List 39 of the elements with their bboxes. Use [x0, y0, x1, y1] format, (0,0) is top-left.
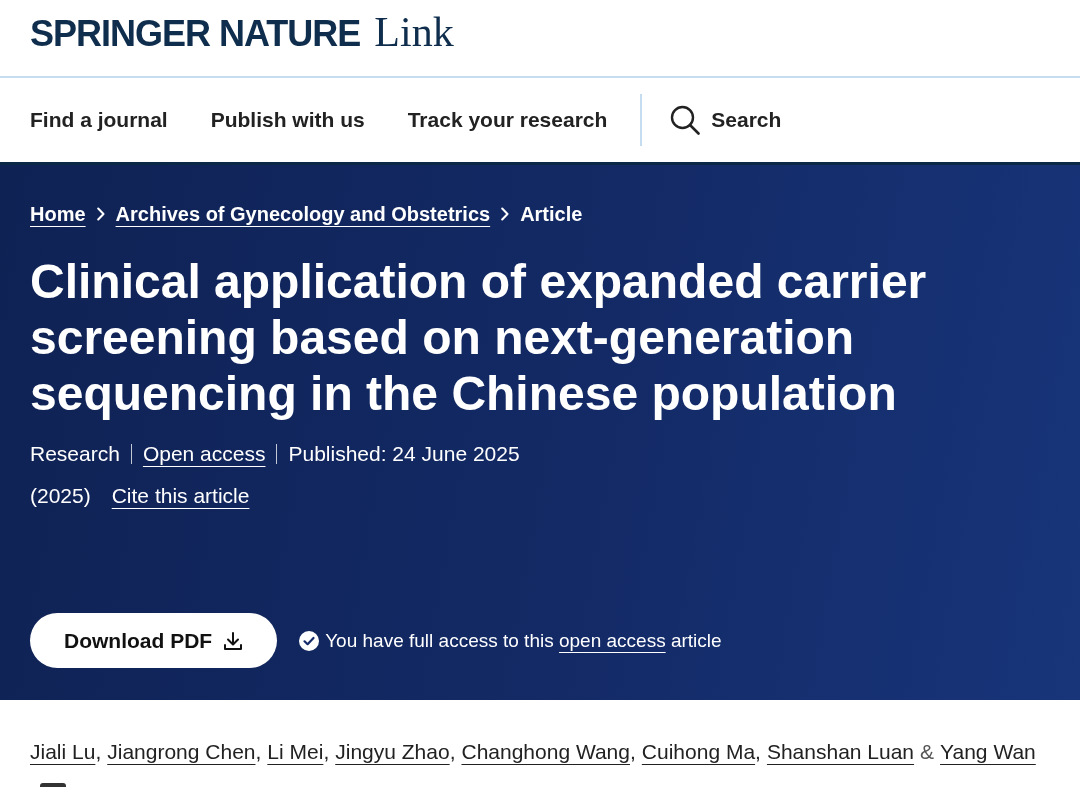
download-pdf-button[interactable]: Download PDF: [30, 613, 278, 668]
nav-link[interactable]: Publish with us: [210, 108, 365, 132]
download-icon: [223, 630, 244, 651]
author-separator: &: [920, 740, 935, 764]
search-button[interactable]: Search: [670, 105, 782, 135]
meta-link[interactable]: Open access: [130, 444, 266, 464]
author-link[interactable]: Jiangrong Chen: [107, 740, 256, 764]
author-link[interactable]: Shanshan Luan: [766, 740, 915, 764]
author-link[interactable]: Changhong Wang: [461, 740, 630, 764]
nav-link[interactable]: Track your research: [407, 108, 608, 132]
author-link[interactable]: Jingyu Zhao: [335, 740, 450, 764]
author-link[interactable]: Cuihong Ma: [641, 740, 756, 764]
breadcrumb-link[interactable]: Home: [30, 202, 86, 226]
author-separator: ,: [323, 740, 330, 764]
author-link[interactable]: Jiali Lu: [30, 740, 96, 764]
author-separator: ,: [630, 740, 636, 764]
open-access-link[interactable]: open access: [558, 629, 666, 651]
clipped-icon: [40, 783, 66, 787]
brand-logo[interactable]: SPRINGER NATURE: [30, 13, 361, 55]
citation-text: (2025): [30, 484, 91, 508]
author-link[interactable]: Yang Wan: [940, 740, 1036, 764]
author-separator: ,: [755, 740, 761, 764]
author-separator: ,: [449, 740, 456, 764]
check-circle-icon: [299, 630, 320, 651]
author-separator: ,: [95, 740, 102, 764]
search-icon: [670, 105, 701, 135]
meta-text: Published: 24 June 2025: [276, 444, 520, 464]
article-title: Clinical application of expanded carrier screening based on next-generation sequencing in the Chinese population: [30, 254, 928, 422]
author-separator: ,: [255, 740, 262, 764]
breadcrumb-current: Article: [520, 202, 583, 226]
nav-link[interactable]: Find a journal: [30, 108, 168, 132]
chevron-icon: [501, 207, 510, 221]
breadcrumb-link[interactable]: Archives of Gynecology and Obstetrics: [115, 202, 491, 226]
access-note: You have full access to this open access article: [325, 629, 722, 652]
product-logo[interactable]: Link: [374, 11, 454, 53]
citation-link[interactable]: Cite this article: [111, 484, 250, 508]
author-link[interactable]: Li Mei: [267, 740, 324, 764]
meta-text: Research: [30, 442, 120, 466]
chevron-icon: [96, 207, 105, 221]
